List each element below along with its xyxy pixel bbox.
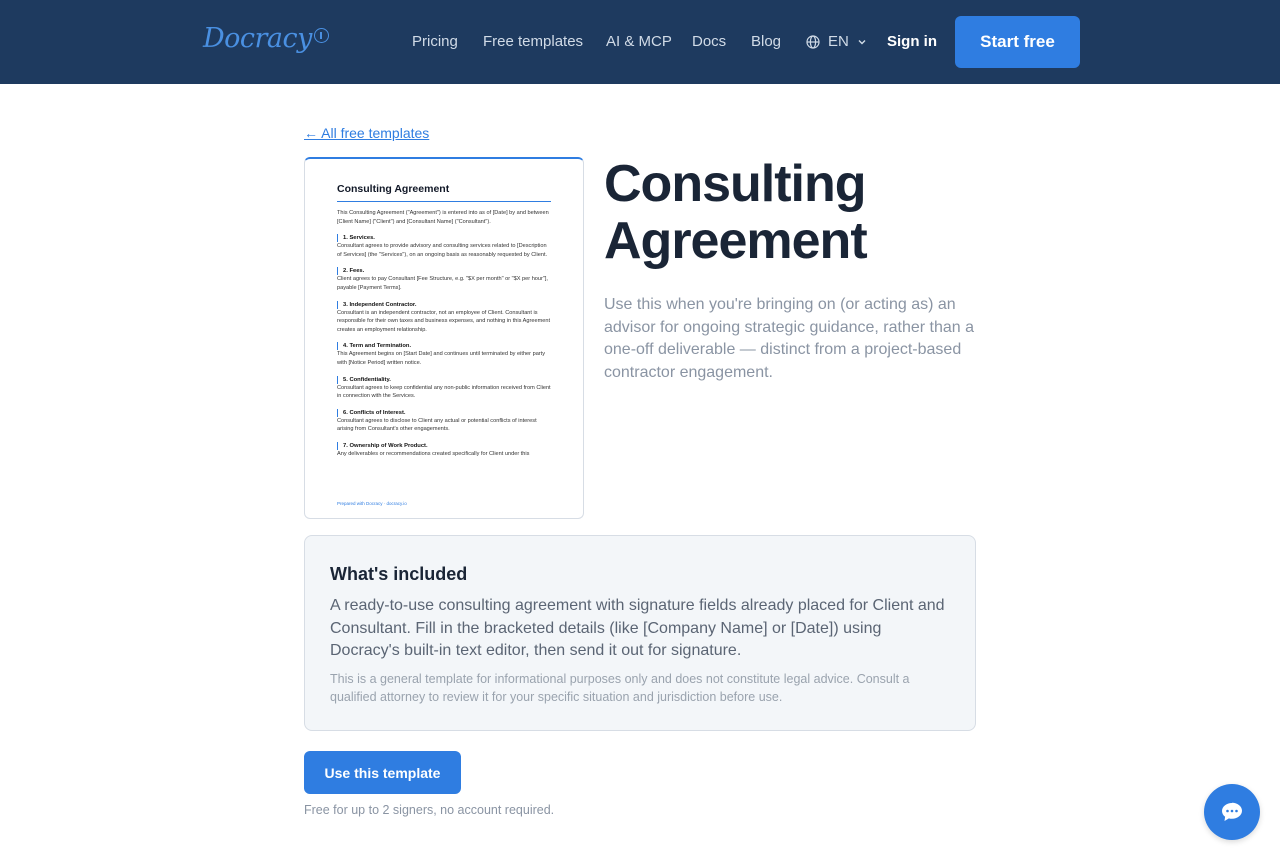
use-template-button[interactable]: Use this template [304, 751, 461, 794]
preview-section-heading: 1. Services. [337, 234, 551, 243]
nav-ai-mcp[interactable]: AI & MCP [606, 33, 672, 51]
preview-document: Consulting Agreement This Consulting Agr… [337, 183, 551, 467]
logo-text: Docracy [203, 23, 312, 54]
preview-intro: This Consulting Agreement ("Agreement") … [337, 210, 549, 225]
preview-section-body: This Agreement begins on [Start Date] an… [337, 351, 546, 366]
nav-pricing[interactable]: Pricing [412, 33, 458, 51]
docracy-logo[interactable]: Docracy [203, 22, 329, 56]
sign-in-link[interactable]: Sign in [887, 33, 937, 51]
chevron-down-icon [858, 40, 866, 45]
chat-widget-button[interactable] [1204, 784, 1260, 840]
chat-bubble-icon [1222, 802, 1242, 821]
legal-disclaimer: This is a general template for informati… [330, 672, 910, 704]
all-templates-back-link[interactable]: ← All free templates [304, 125, 429, 142]
preview-section-heading: 2. Fees. [337, 267, 551, 276]
preview-section-body: Client agrees to pay Consultant [Fee Str… [337, 276, 548, 291]
preview-section: 3. Independent Contractor. Consultant is… [337, 300, 551, 335]
preview-section-heading: 7. Ownership of Work Product. [337, 441, 551, 450]
whats-included-panel: What's included A ready-to-use consultin… [304, 535, 976, 731]
preview-section-body: Any deliverables or recommendations crea… [337, 450, 530, 457]
preview-section-heading: 5. Confidentiality. [337, 375, 551, 384]
whats-included-heading: What's included [330, 564, 468, 584]
preview-section: 1. Services. Consultant agrees to provid… [337, 234, 551, 259]
preview-section: 6. Conflicts of Interest. Consultant agr… [337, 408, 551, 434]
preview-footer: Prepared with Docracy · docracy.io [337, 501, 407, 506]
preview-section: 5. Confidentiality. Consultant agrees to… [337, 375, 551, 401]
nav-free-templates[interactable]: Free templates [483, 33, 583, 51]
logo-info-icon [313, 28, 329, 43]
template-preview[interactable]: Consulting Agreement This Consulting Agr… [304, 157, 584, 519]
globe-icon [806, 35, 820, 49]
preview-section-heading: 4. Term and Termination. [337, 342, 551, 351]
pricing-note: Free for up to 2 signers, no account req… [304, 803, 555, 817]
site-header: Docracy Pricing Free templates AI & MCP … [0, 0, 1280, 84]
preview-section-heading: 6. Conflicts of Interest. [337, 408, 551, 417]
preview-section-body: Consultant agrees to provide advisory an… [337, 243, 548, 258]
language-selector[interactable]: EN [806, 33, 867, 51]
preview-title: Consulting Agreement [337, 183, 551, 202]
preview-section-body: Consultant is an independent contractor,… [337, 309, 551, 333]
preview-section-heading: 3. Independent Contractor. [337, 300, 551, 309]
whats-included-body: A ready-to-use consulting agreement with… [330, 597, 945, 659]
start-free-button[interactable]: Start free [955, 16, 1080, 68]
page-description: Use this when you're bringing on (or act… [604, 296, 975, 381]
nav-blog[interactable]: Blog [751, 33, 781, 51]
preview-section: 4. Term and Termination. This Agreement … [337, 342, 551, 367]
page-title: Consulting Agreement [604, 155, 868, 270]
language-label: EN [828, 33, 849, 50]
nav-docs[interactable]: Docs [692, 33, 726, 51]
preview-section: 2. Fees. Client agrees to pay Consultant… [337, 267, 551, 292]
preview-section-body: Consultant agrees to keep confidential a… [337, 384, 551, 400]
preview-section: 7. Ownership of Work Product. Any delive… [337, 441, 551, 459]
preview-section-body: Consultant agrees to disclose to Client … [337, 417, 537, 433]
